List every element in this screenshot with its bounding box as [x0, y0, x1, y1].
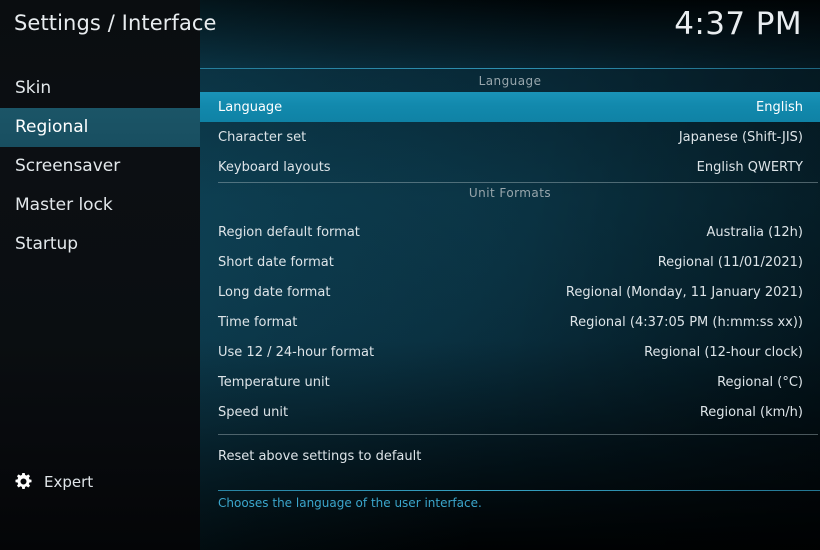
setting-label: Keyboard layouts — [218, 159, 331, 175]
sidebar-item-label: Master lock — [15, 195, 113, 215]
settings-list: Language Language English Character set Japa… — [200, 70, 820, 471]
sidebar: Settings / Interface Skin Regional Screens… — [0, 0, 216, 550]
sidebar-item-label: Startup — [15, 234, 79, 254]
setting-value[interactable]: Japanese (Shift-JIS) — [679, 130, 803, 145]
setting-value[interactable]: Regional (°C) — [717, 375, 803, 390]
setting-label: Time format — [218, 314, 298, 330]
setting-value[interactable]: Regional (Monday, 11 January 2021) — [566, 285, 803, 300]
setting-row[interactable]: Short date format Regional (11/01/2021) — [200, 247, 820, 277]
panel-top-divider — [200, 68, 820, 69]
setting-row[interactable]: Character set Japanese (Shift-JIS) — [200, 122, 820, 152]
sidebar-item-regional[interactable]: Regional — [0, 108, 200, 147]
page-title: Settings / Interface — [14, 11, 217, 35]
setting-value[interactable]: Regional (km/h) — [700, 405, 803, 420]
group-heading: Unit Formats — [200, 182, 820, 204]
clock: 4:37 PM — [674, 6, 802, 42]
reset-divider — [200, 427, 820, 441]
sidebar-item-screensaver[interactable]: Screensaver — [0, 147, 200, 186]
setting-value[interactable]: Regional (12-hour clock) — [644, 345, 803, 360]
setting-row[interactable]: Temperature unit Regional (°C) — [200, 367, 820, 397]
setting-value[interactable]: English QWERTY — [697, 160, 803, 175]
setting-label: Character set — [218, 129, 307, 145]
setting-label: Language — [218, 99, 283, 115]
sidebar-nav: Skin Regional Screensaver Master lock Startu… — [0, 69, 200, 264]
sidebar-item-label: Regional — [15, 117, 89, 137]
reset-settings-row[interactable]: Reset above settings to default — [200, 441, 820, 471]
sidebar-item-label: Screensaver — [15, 156, 121, 176]
setting-label: Long date format — [218, 284, 331, 300]
setting-row[interactable]: Time format Regional (4:37:05 PM (h:mm:ss… — [200, 307, 820, 337]
sidebar-item-master-lock[interactable]: Master lock — [0, 186, 200, 225]
kodi-settings-screen: Language Language English Character set Japa… — [0, 0, 820, 550]
setting-value[interactable]: Regional (4:37:05 PM (h:mm:ss xx)) — [570, 315, 803, 330]
setting-row[interactable]: Speed unit Regional (km/h) — [200, 397, 820, 427]
setting-row[interactable]: Long date format Regional (Monday, 11 Jan… — [200, 277, 820, 307]
setting-row[interactable]: Keyboard layouts English QWERTY — [200, 152, 820, 182]
group-heading: Language — [478, 74, 542, 88]
setting-label: Short date format — [218, 254, 334, 270]
setting-value[interactable]: Australia (12h) — [706, 225, 803, 240]
setting-label: Use 12 / 24-hour format — [218, 344, 375, 360]
settings-level-button[interactable]: Expert — [14, 472, 93, 491]
help-divider — [218, 490, 820, 491]
sidebar-item-skin[interactable]: Skin — [0, 69, 200, 108]
setting-row[interactable]: Region default format Australia (12h) — [200, 217, 820, 247]
setting-row[interactable]: Language English — [200, 92, 820, 122]
sidebar-item-startup[interactable]: Startup — [0, 225, 200, 264]
help-description: Chooses the language of the user interfa… — [218, 496, 482, 510]
setting-label: Speed unit — [218, 404, 289, 420]
setting-value[interactable]: English — [756, 100, 803, 115]
setting-value[interactable]: Regional (11/01/2021) — [658, 255, 803, 270]
setting-label: Region default format — [218, 224, 360, 240]
setting-label: Temperature unit — [218, 374, 330, 390]
reset-settings-label: Reset above settings to default — [218, 448, 422, 464]
gear-icon — [14, 472, 33, 491]
setting-row[interactable]: Use 12 / 24-hour format Regional (12-hour… — [200, 337, 820, 367]
sidebar-item-label: Skin — [15, 78, 52, 98]
settings-level-label: Expert — [44, 472, 94, 491]
settings-panel: Language Language English Character set Japa… — [200, 0, 820, 550]
